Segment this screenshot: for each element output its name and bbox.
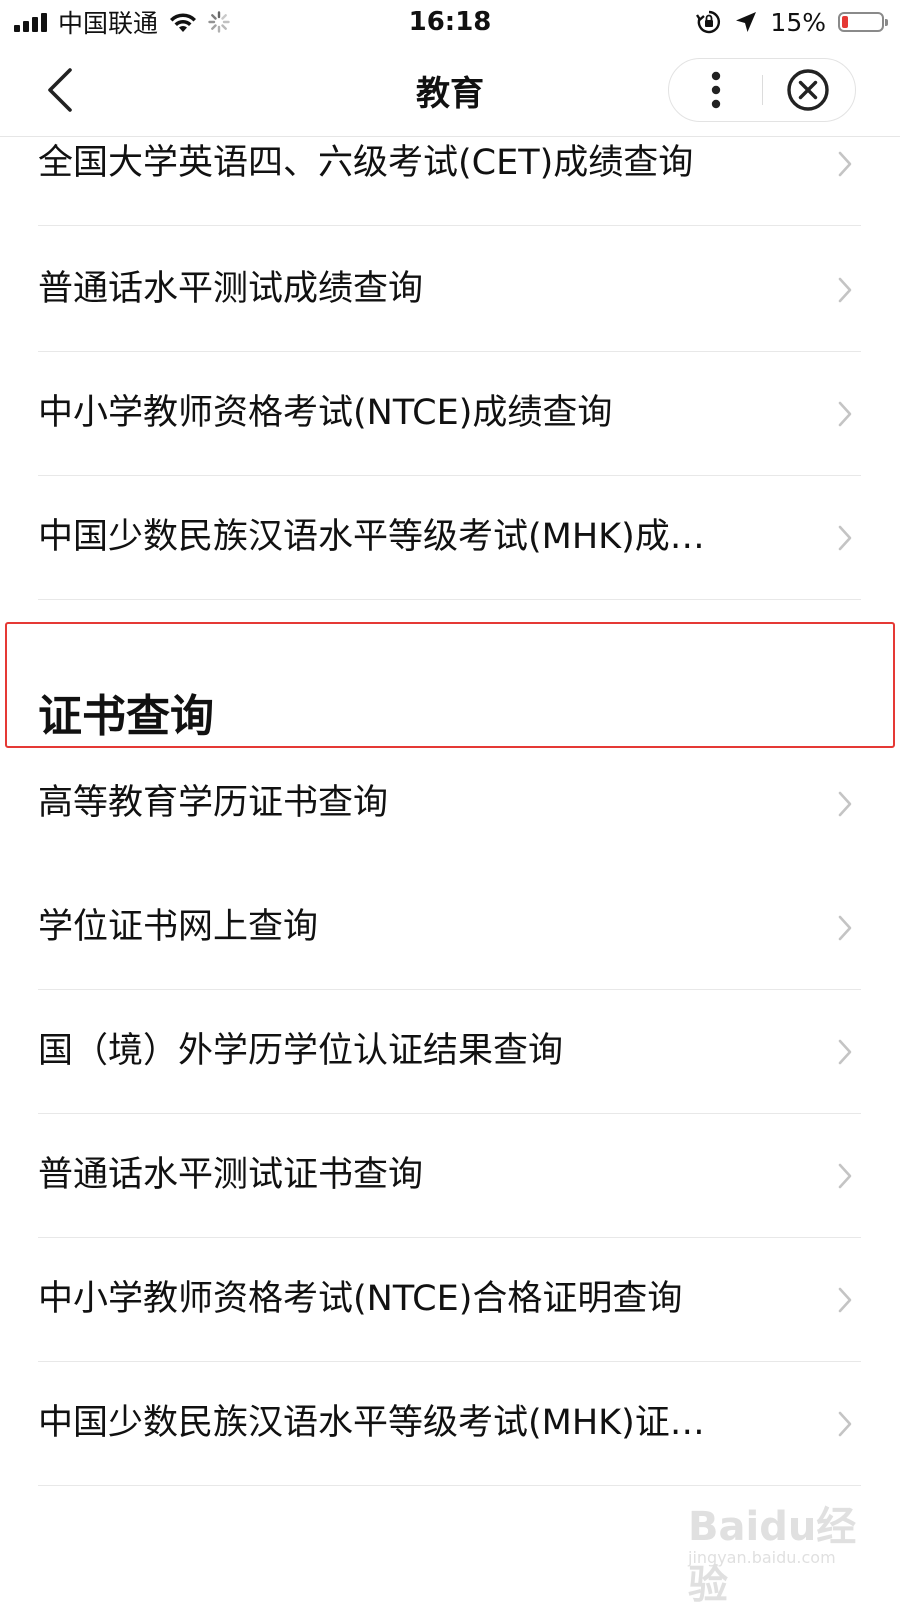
status-bar: 中国联通 16:18 15% bbox=[0, 0, 900, 44]
location-arrow-icon bbox=[736, 12, 757, 32]
chevron-right-icon bbox=[838, 1287, 852, 1313]
battery-percent: 15% bbox=[770, 7, 826, 37]
close-button[interactable] bbox=[764, 59, 856, 121]
list-item-label: 中国少数民族汉语水平等级考试(MHK)证… bbox=[38, 1403, 705, 1443]
list-item-putonghua-certificate[interactable]: 普通话水平测试证书查询 bbox=[38, 1112, 861, 1238]
list-item-mhk-certificate[interactable]: 中国少数民族汉语水平等级考试(MHK)证… bbox=[38, 1360, 861, 1486]
close-circle-icon bbox=[787, 69, 829, 111]
list-item-label: 高等教育学历证书查询 bbox=[38, 783, 389, 823]
list-item-label: 国（境）外学历学位认证结果查询 bbox=[38, 1031, 564, 1071]
list-item-label: 普通话水平测试成绩查询 bbox=[38, 269, 424, 309]
more-button[interactable] bbox=[669, 59, 763, 121]
chevron-right-icon bbox=[838, 1163, 852, 1189]
list-item-mhk-score[interactable]: 中国少数民族汉语水平等级考试(MHK)成… bbox=[38, 474, 861, 600]
chevron-right-icon bbox=[838, 791, 852, 817]
chevron-right-icon bbox=[838, 525, 852, 551]
rotation-lock-icon bbox=[696, 10, 721, 34]
list-item-label: 中国少数民族汉语水平等级考试(MHK)成… bbox=[38, 517, 705, 557]
list-item-overseas-degree[interactable]: 国（境）外学历学位认证结果查询 bbox=[38, 988, 861, 1114]
list-item-academic-degree[interactable]: 学位证书网上查询 bbox=[38, 864, 861, 990]
nav-bar: 教育 bbox=[0, 44, 900, 137]
chevron-right-icon bbox=[838, 1411, 852, 1437]
list-item-cet-score[interactable]: 全国大学英语四、六级考试(CET)成绩查询 bbox=[38, 137, 861, 226]
chevron-right-icon bbox=[838, 151, 852, 177]
chevron-right-icon bbox=[838, 277, 852, 303]
battery-icon bbox=[838, 12, 888, 32]
list-item-label: 全国大学英语四、六级考试(CET)成绩查询 bbox=[38, 143, 694, 183]
chevron-right-icon bbox=[838, 401, 852, 427]
list-item-label: 中小学教师资格考试(NTCE)合格证明查询 bbox=[38, 1279, 683, 1319]
list-item-label: 中小学教师资格考试(NTCE)成绩查询 bbox=[38, 393, 613, 433]
battery-level bbox=[842, 16, 848, 28]
watermark-url: jingyan.baidu.com bbox=[688, 1548, 836, 1567]
capsule-divider bbox=[762, 75, 763, 105]
list-item-putonghua-score[interactable]: 普通话水平测试成绩查询 bbox=[38, 226, 861, 352]
chevron-right-icon bbox=[838, 915, 852, 941]
mini-program-capsule bbox=[668, 58, 856, 122]
chevron-right-icon bbox=[838, 1039, 852, 1065]
content-list[interactable]: 全国大学英语四、六级考试(CET)成绩查询 普通话水平测试成绩查询 中小学教师资… bbox=[0, 137, 900, 1600]
list-item-label: 学位证书网上查询 bbox=[38, 907, 319, 947]
list-item-ntce-certificate[interactable]: 中小学教师资格考试(NTCE)合格证明查询 bbox=[38, 1236, 861, 1362]
list-item-label: 普通话水平测试证书查询 bbox=[38, 1155, 424, 1195]
list-item-degree-certificate[interactable]: 高等教育学历证书查询 bbox=[38, 740, 861, 866]
list-item-ntce-score[interactable]: 中小学教师资格考试(NTCE)成绩查询 bbox=[38, 350, 861, 476]
baidu-watermark: Baidu经验 jingyan.baidu.com bbox=[688, 1494, 888, 1608]
status-right: 15% bbox=[696, 7, 888, 37]
more-vertical-icon bbox=[711, 71, 721, 109]
section-title-certificate: 证书查询 bbox=[38, 691, 214, 742]
